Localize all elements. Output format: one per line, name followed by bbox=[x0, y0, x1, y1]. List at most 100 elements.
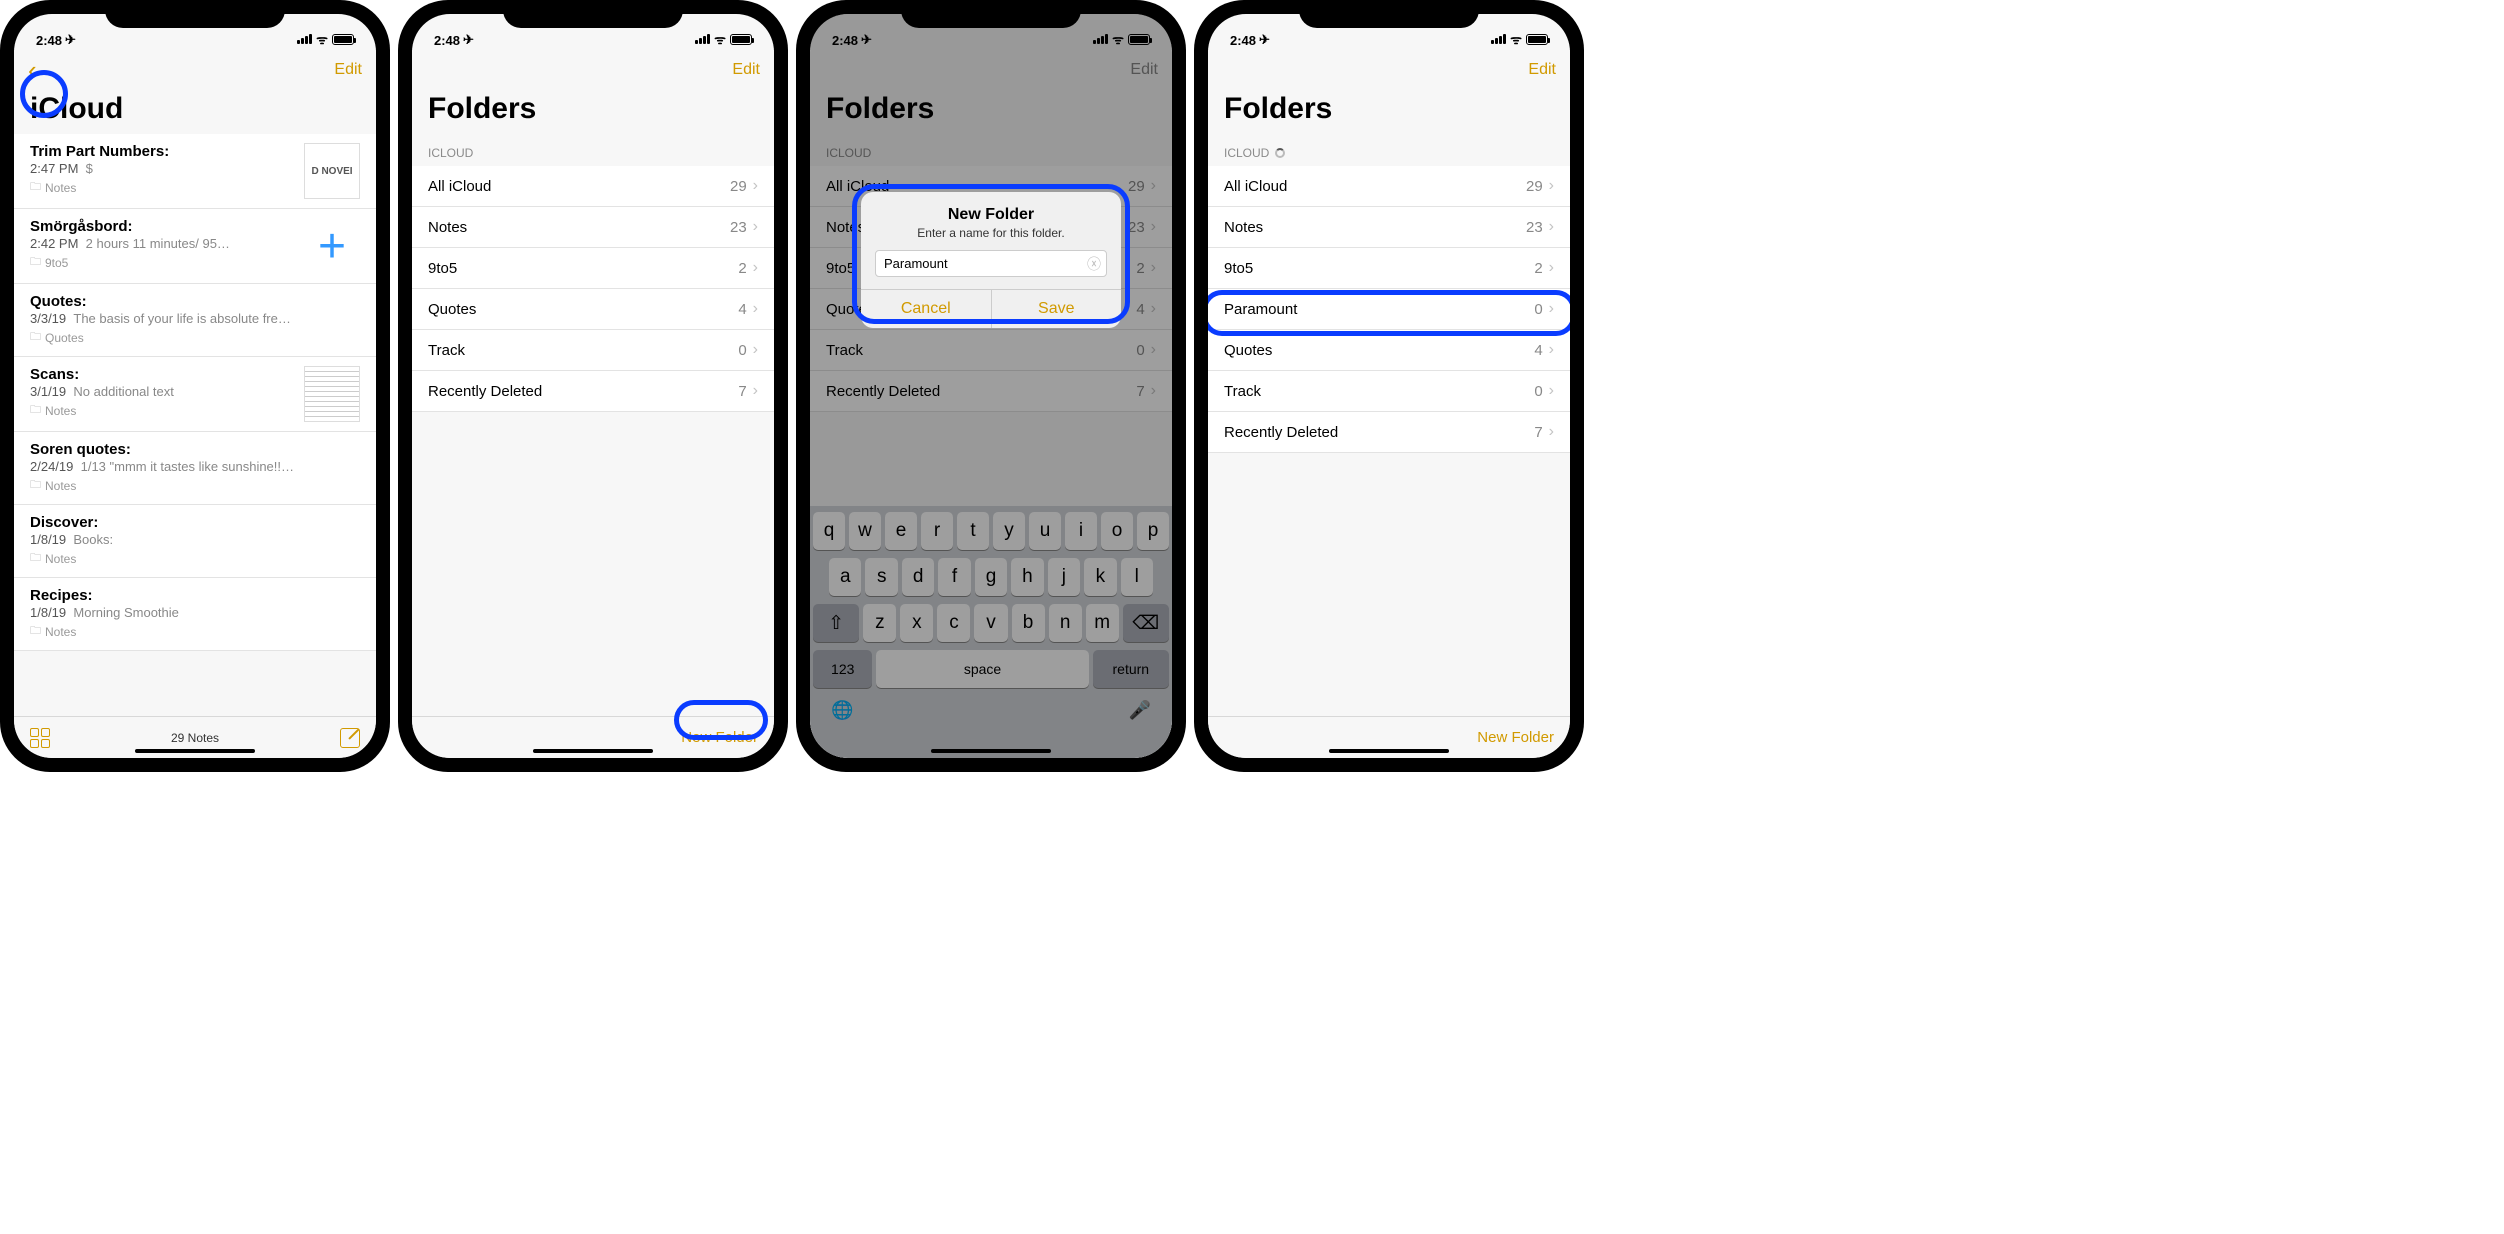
note-title: Trim Part Numbers: bbox=[30, 143, 294, 160]
save-button[interactable]: Save bbox=[991, 290, 1122, 328]
new-folder-dialog: New Folder Enter a name for this folder.… bbox=[861, 192, 1121, 328]
signal-icon bbox=[297, 34, 312, 44]
page-title: Folders bbox=[1208, 90, 1570, 134]
chevron-right-icon: › bbox=[753, 259, 758, 277]
phone-2: 2:48✈︎ ᯤ Edit Folders ICLOUD All iCloud … bbox=[398, 0, 788, 772]
folder-name: Track bbox=[428, 342, 465, 359]
folder-row[interactable]: Recently Deleted 7 › bbox=[1208, 411, 1570, 453]
signal-icon bbox=[695, 34, 710, 44]
location-icon: ✈︎ bbox=[1259, 32, 1270, 48]
folder-row[interactable]: 9to5 2 › bbox=[1208, 247, 1570, 289]
folder-name: 9to5 bbox=[428, 260, 457, 277]
note-title: Soren quotes: bbox=[30, 441, 360, 458]
folder-name: All iCloud bbox=[1224, 178, 1287, 195]
battery-icon bbox=[730, 34, 752, 45]
note-row[interactable]: Discover: 1/8/19 Books: 🗀 Notes bbox=[14, 505, 376, 578]
chevron-right-icon: › bbox=[753, 177, 758, 195]
grid-view-icon[interactable] bbox=[30, 728, 50, 748]
edit-button[interactable]: Edit bbox=[334, 61, 362, 79]
new-folder-button[interactable]: New Folder bbox=[681, 729, 758, 746]
folder-icon: 🗀 bbox=[30, 178, 41, 197]
status-time: 2:48 bbox=[36, 33, 62, 48]
page-title: iCloud bbox=[14, 90, 376, 134]
folder-row[interactable]: All iCloud 29 › bbox=[1208, 166, 1570, 207]
status-bar: 2:48✈︎ ᯤ bbox=[14, 14, 376, 50]
folder-name: Quotes bbox=[428, 301, 476, 318]
wifi-icon: ᯤ bbox=[714, 30, 726, 48]
home-indicator[interactable] bbox=[1329, 749, 1449, 753]
chevron-right-icon: › bbox=[1549, 218, 1554, 236]
note-folder: 🗀 Notes bbox=[30, 549, 360, 568]
folder-name: Track bbox=[1224, 383, 1261, 400]
cancel-button[interactable]: Cancel bbox=[861, 290, 991, 328]
sync-spinner-icon bbox=[1275, 148, 1285, 158]
note-row[interactable]: Trim Part Numbers: 2:47 PM $ 🗀 Notes D N… bbox=[14, 134, 376, 209]
note-subtitle: 1/8/19 Books: bbox=[30, 532, 360, 547]
note-folder: 🗀 Notes bbox=[30, 178, 294, 197]
status-bar: 2:48✈︎ ᯤ bbox=[412, 14, 774, 50]
chevron-right-icon: › bbox=[1549, 177, 1554, 195]
folder-count: 29 › bbox=[1526, 177, 1554, 195]
folder-row[interactable]: Notes 23 › bbox=[412, 206, 774, 248]
folder-icon: 🗀 bbox=[30, 549, 41, 568]
note-row[interactable]: Recipes: 1/8/19 Morning Smoothie 🗀 Notes bbox=[14, 578, 376, 651]
folder-count: 2 › bbox=[738, 259, 758, 277]
compose-icon[interactable] bbox=[340, 728, 360, 748]
folder-row[interactable]: Track 0 › bbox=[412, 329, 774, 371]
chevron-right-icon: › bbox=[753, 218, 758, 236]
note-row[interactable]: Soren quotes: 2/24/19 1/13 "mmm it taste… bbox=[14, 432, 376, 505]
new-folder-button[interactable]: New Folder bbox=[1477, 729, 1554, 746]
folder-count: 23 › bbox=[1526, 218, 1554, 236]
folder-count: 29 › bbox=[730, 177, 758, 195]
home-indicator[interactable] bbox=[533, 749, 653, 753]
folder-row[interactable]: Track 0 › bbox=[1208, 370, 1570, 412]
edit-button[interactable]: Edit bbox=[1528, 61, 1556, 79]
folder-count: 7 › bbox=[1534, 423, 1554, 441]
note-title: Discover: bbox=[30, 514, 360, 531]
note-subtitle: 1/8/19 Morning Smoothie bbox=[30, 605, 360, 620]
home-indicator[interactable] bbox=[931, 749, 1051, 753]
phone-4: 2:48✈︎ ᯤ Edit Folders ICLOUD All iCloud … bbox=[1194, 0, 1584, 772]
folder-row[interactable]: Recently Deleted 7 › bbox=[412, 370, 774, 412]
notes-count: 29 Notes bbox=[14, 731, 376, 745]
notes-list[interactable]: Trim Part Numbers: 2:47 PM $ 🗀 Notes D N… bbox=[14, 134, 376, 716]
folder-name: Recently Deleted bbox=[1224, 424, 1338, 441]
note-row[interactable]: Quotes: 3/3/19 The basis of your life is… bbox=[14, 284, 376, 357]
folder-row[interactable]: Quotes 4 › bbox=[412, 288, 774, 330]
folder-row[interactable]: Quotes 4 › bbox=[1208, 329, 1570, 371]
folder-row[interactable]: 9to5 2 › bbox=[412, 247, 774, 289]
chevron-right-icon: › bbox=[753, 341, 758, 359]
edit-button[interactable]: Edit bbox=[732, 61, 760, 79]
folder-name: Paramount bbox=[1224, 301, 1297, 318]
back-button[interactable]: ‹ bbox=[28, 55, 37, 86]
phone-3: 2:48✈︎ ᯤ Edit Folders ICLOUD All iCloud … bbox=[796, 0, 1186, 772]
note-thumb-doc-icon bbox=[304, 366, 360, 422]
note-folder: 🗀 Notes bbox=[30, 622, 360, 641]
folders-list[interactable]: All iCloud 29 › Notes 23 › 9to5 2 › Para… bbox=[1208, 166, 1570, 716]
chevron-right-icon: › bbox=[753, 382, 758, 400]
note-title: Recipes: bbox=[30, 587, 360, 604]
folder-count: 7 › bbox=[738, 382, 758, 400]
home-indicator[interactable] bbox=[135, 749, 255, 753]
folder-count: 4 › bbox=[1534, 341, 1554, 359]
folder-name-input[interactable] bbox=[875, 250, 1107, 277]
note-title: Quotes: bbox=[30, 293, 360, 310]
note-row[interactable]: Scans: 3/1/19 No additional text 🗀 Notes bbox=[14, 357, 376, 432]
note-thumb-plus-icon: + bbox=[304, 218, 360, 274]
folder-icon: 🗀 bbox=[30, 622, 41, 641]
folder-count: 4 › bbox=[738, 300, 758, 318]
wifi-icon: ᯤ bbox=[316, 30, 328, 48]
folder-count: 0 › bbox=[738, 341, 758, 359]
folder-count: 23 › bbox=[730, 218, 758, 236]
folder-row[interactable]: Notes 23 › bbox=[1208, 206, 1570, 248]
folders-list[interactable]: All iCloud 29 › Notes 23 › 9to5 2 › Quot… bbox=[412, 166, 774, 716]
folder-icon: 🗀 bbox=[30, 476, 41, 495]
folder-row[interactable]: All iCloud 29 › bbox=[412, 166, 774, 207]
note-folder: 🗀 Notes bbox=[30, 476, 360, 495]
clear-input-icon[interactable]: ⓧ bbox=[1087, 254, 1101, 274]
folder-name: Quotes bbox=[1224, 342, 1272, 359]
folder-count: 2 › bbox=[1534, 259, 1554, 277]
note-row[interactable]: Smörgåsbord: 2:42 PM 2 hours 11 minutes/… bbox=[14, 209, 376, 284]
chevron-right-icon: › bbox=[1549, 259, 1554, 277]
folder-row[interactable]: Paramount 0 › bbox=[1208, 288, 1570, 330]
